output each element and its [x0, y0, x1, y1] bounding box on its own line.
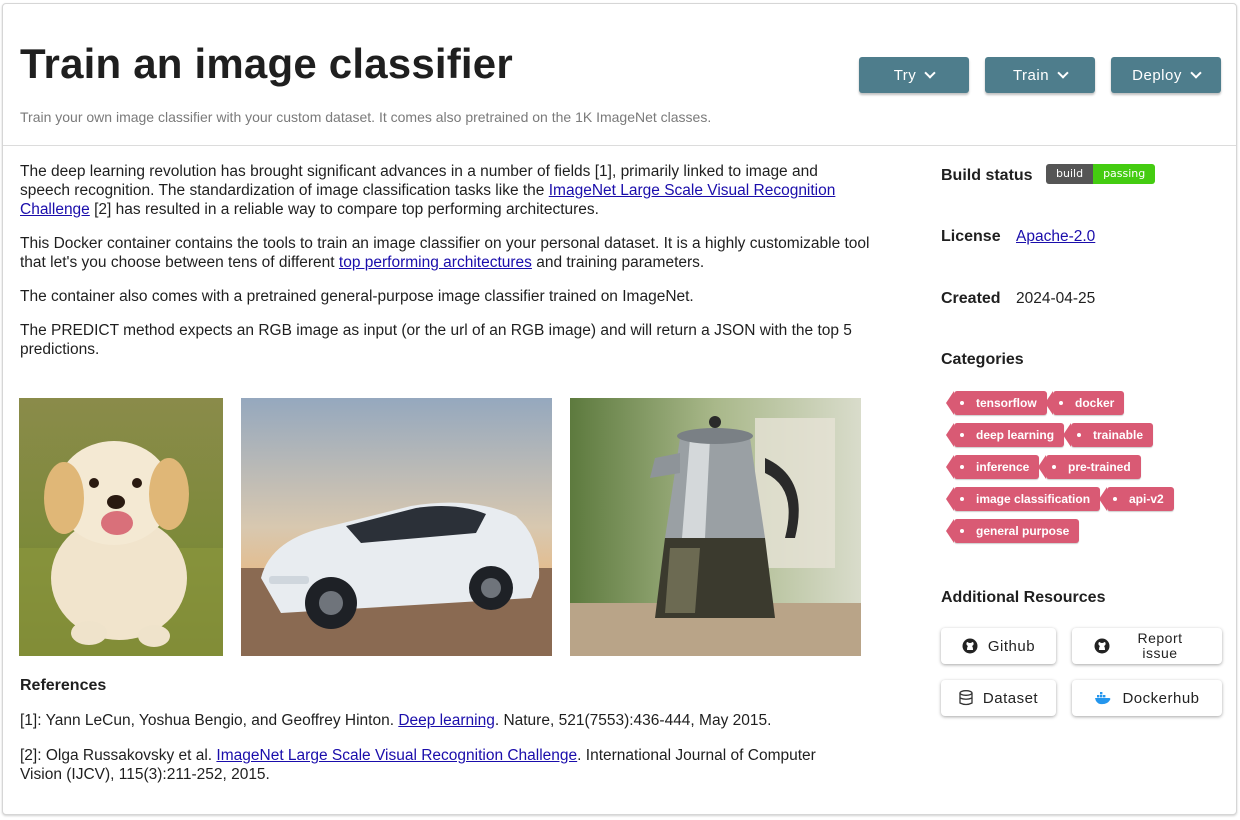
dockerhub-button[interactable]: Dockerhub — [1072, 680, 1222, 716]
github-icon — [1094, 638, 1110, 654]
try-button-label: Try — [893, 66, 917, 84]
build-status-label: Build status — [941, 167, 1033, 184]
dataset-button-label: Dataset — [982, 689, 1039, 707]
chevron-down-icon — [1057, 67, 1069, 79]
text: [2] has resulted in a reliable way to co… — [89, 201, 599, 218]
architectures-link[interactable]: top performing architectures — [339, 254, 532, 271]
github-button[interactable]: Github — [941, 628, 1056, 664]
puppy-photo — [19, 398, 223, 656]
description-paragraph: This Docker container contains the tools… — [20, 234, 870, 272]
build-status-badge[interactable]: build passing — [1046, 164, 1156, 184]
car-photo — [241, 398, 552, 656]
deploy-button-label: Deploy — [1132, 66, 1182, 84]
train-button[interactable]: Train — [985, 57, 1095, 93]
description-paragraph: The deep learning revolution has brought… — [20, 162, 870, 219]
license-label: License — [941, 228, 1001, 245]
tag-tensorflow[interactable]: tensorflow — [946, 391, 1047, 415]
coffee-pot-photo — [570, 398, 861, 656]
page-title: Train an image classifier — [20, 40, 513, 87]
license-link[interactable]: Apache-2.0 — [1016, 228, 1095, 245]
report-issue-button[interactable]: Report issue — [1072, 628, 1222, 664]
created-value: 2024-04-25 — [1016, 290, 1096, 307]
tag-deep-learning[interactable]: deep learning — [945, 423, 1065, 447]
text: . Nature, 521(7553):436-444, May 2015. — [494, 712, 772, 729]
description: The deep learning revolution has brought… — [20, 162, 870, 374]
github-icon — [962, 638, 978, 654]
text: [1]: Yann LeCun, Yoshua Bengio, and Geof… — [20, 712, 399, 729]
deploy-button[interactable]: Deploy — [1111, 57, 1221, 93]
text: and training parameters. — [531, 254, 705, 271]
tag-api-v2[interactable]: api-v2 — [1099, 487, 1174, 511]
module-card: Train an image classifier Train your own… — [2, 3, 1237, 815]
reference-link[interactable]: Deep learning — [398, 712, 495, 729]
tag-general-purpose[interactable]: general purpose — [945, 519, 1080, 543]
tag-inference[interactable]: inference — [945, 455, 1040, 479]
categories-label: Categories — [941, 351, 1024, 368]
chevron-down-icon — [924, 67, 936, 79]
tag-trainable[interactable]: trainable — [1062, 423, 1154, 447]
database-icon — [959, 690, 973, 706]
text: [2]: Olga Russakovsky et al. — [20, 747, 217, 764]
train-button-label: Train — [1012, 66, 1050, 84]
try-button[interactable]: Try — [859, 57, 969, 93]
page-subtitle: Train your own image classifier with you… — [20, 109, 712, 125]
report-issue-button-label: Report issue — [1137, 630, 1183, 661]
badge-left: build — [1046, 164, 1094, 184]
additional-resources-label: Additional Resources — [941, 589, 1106, 606]
github-button-label: Github — [987, 637, 1036, 655]
tag-image-classification[interactable]: image classification — [945, 487, 1101, 511]
description-paragraph: The container also comes with a pretrain… — [20, 288, 694, 305]
page-header: Train an image classifier Train your own… — [3, 4, 1236, 146]
reference-item: [2]: Olga Russakovsky et al. ImageNet La… — [20, 746, 850, 784]
references-title: References — [20, 677, 107, 694]
license-value: Apache-2.0 — [1016, 228, 1095, 246]
reference-link[interactable]: ImageNet Large Scale Visual Recognition … — [216, 747, 577, 764]
created-label: Created — [941, 290, 1001, 307]
tag-pre-trained[interactable]: pre-trained — [1038, 455, 1141, 479]
dockerhub-button-label: Dockerhub — [1122, 689, 1200, 707]
tag-docker[interactable]: docker — [1044, 391, 1125, 415]
docker-icon — [1095, 692, 1111, 705]
chevron-down-icon — [1190, 67, 1202, 79]
reference-item: [1]: Yann LeCun, Yoshua Bengio, and Geof… — [20, 711, 850, 730]
badge-right: passing — [1093, 164, 1156, 184]
dataset-button[interactable]: Dataset — [941, 680, 1056, 716]
description-paragraph: The PREDICT method expects an RGB image … — [20, 322, 852, 358]
